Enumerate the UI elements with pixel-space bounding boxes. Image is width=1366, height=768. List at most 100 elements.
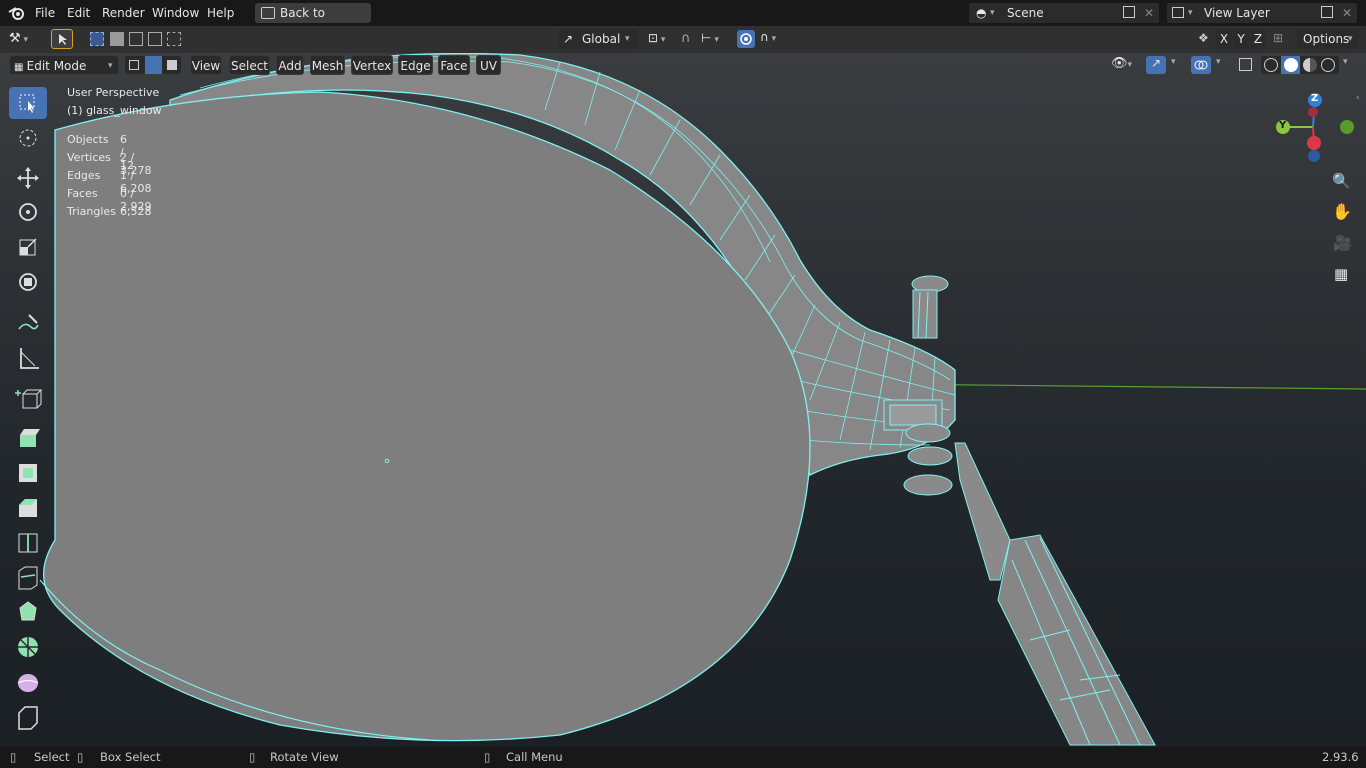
stat-triangles-value: 6,528	[120, 205, 152, 218]
select-mode-invert-icon[interactable]	[148, 32, 162, 46]
chevron-down-icon: ▾	[625, 34, 630, 44]
view-layer-selector[interactable]: ▾ View Layer ✕	[1167, 3, 1357, 23]
select-mode-set-icon[interactable]	[90, 32, 104, 46]
navigation-gizmo[interactable]: Z Y	[1270, 89, 1355, 164]
new-view-layer-icon[interactable]	[1321, 6, 1333, 18]
status-select-label: Select	[34, 750, 70, 764]
mirror-x-toggle[interactable]: X	[1216, 29, 1232, 49]
bevel-icon[interactable]	[9, 492, 47, 524]
mirror-y-toggle[interactable]: Y	[1233, 29, 1249, 49]
mesh-canvas	[39, 53, 1366, 746]
measure-icon[interactable]	[9, 342, 47, 374]
extrude-icon[interactable]	[9, 422, 47, 454]
face-select-icon[interactable]	[167, 60, 177, 70]
select-box-icon[interactable]	[9, 87, 47, 119]
move-icon[interactable]	[9, 162, 47, 194]
visibility-eye-icon[interactable]: 👁▾	[1111, 56, 1132, 71]
shear-icon[interactable]	[9, 701, 47, 733]
menu-uv[interactable]: UV	[476, 55, 501, 75]
topology-mirror-icon[interactable]: ⊞	[1273, 31, 1283, 45]
menu-vertex[interactable]: Vertex	[351, 55, 393, 75]
transform-orientation-dropdown[interactable]: ↗ Global ▾	[558, 29, 638, 49]
chevron-down-icon[interactable]: ▾	[1216, 57, 1221, 67]
wireframe-shading-icon[interactable]	[1264, 58, 1278, 72]
new-scene-icon[interactable]	[1123, 6, 1135, 18]
menu-edit[interactable]: Edit	[67, 0, 90, 26]
options-dropdown[interactable]: Options ▾	[1297, 29, 1359, 49]
gizmo-y-label: Y	[1279, 120, 1287, 131]
scale-icon[interactable]	[9, 231, 47, 263]
status-call-menu-label: Call Menu	[506, 750, 563, 764]
select-mode-subtract-icon[interactable]	[129, 32, 143, 46]
chevron-down-icon[interactable]: ▾	[1171, 57, 1176, 67]
chevron-down-icon: ▾	[108, 61, 113, 71]
rotate-icon[interactable]	[9, 196, 47, 228]
snap-icon[interactable]: ∩	[681, 31, 691, 46]
mirror-icon[interactable]: ❖	[1198, 31, 1209, 45]
close-icon[interactable]: ✕	[1144, 3, 1154, 23]
orientation-label: Global	[582, 32, 621, 46]
mode-dropdown[interactable]: ▦ Edit Mode ▾	[9, 55, 119, 75]
active-object-label: (1) glass_window	[67, 104, 162, 117]
annotate-icon[interactable]	[9, 307, 47, 339]
edge-select-icon[interactable]	[145, 56, 162, 74]
scene-selector[interactable]: ◓ ▾ Scene ✕	[969, 3, 1159, 23]
sidebar-toggle-icon[interactable]: ‹	[1356, 93, 1360, 103]
close-icon[interactable]: ✕	[1342, 3, 1352, 23]
status-bar: ▯ Select ▯ Box Select ▯ Rotate View ▯ Ca…	[0, 747, 1366, 768]
mirror-z-toggle[interactable]: Z	[1250, 29, 1266, 49]
material-shading-icon[interactable]	[1303, 58, 1317, 72]
menu-add[interactable]: Add	[276, 55, 304, 75]
chevron-down-icon[interactable]: ▾	[1343, 57, 1348, 67]
menu-face[interactable]: Face	[438, 55, 470, 75]
back-to-previous-button[interactable]: Back to Previous	[255, 3, 371, 40]
falloff-icon[interactable]: ∩ ▾	[760, 30, 776, 44]
vertex-select-icon[interactable]	[129, 60, 139, 70]
poly-build-icon[interactable]	[9, 596, 47, 628]
tool-settings-icon[interactable]: ⚒ ▾	[9, 31, 28, 46]
shading-group	[1261, 56, 1339, 74]
3d-viewport[interactable]: ▦ Edit Mode ▾ View Select Add Mesh Verte…	[0, 53, 1366, 747]
menu-render[interactable]: Render	[102, 0, 145, 26]
mouse-middle-icon: ▯	[249, 750, 256, 764]
orientation-icon: ↗	[563, 32, 574, 46]
viewport-header: ▦ Edit Mode ▾ View Select Add Mesh Verte…	[0, 53, 1366, 103]
loop-cut-icon[interactable]	[9, 527, 47, 559]
xray-toggle-icon[interactable]	[1239, 58, 1252, 71]
select-mode-extend-icon[interactable]	[110, 32, 124, 46]
solid-shading-icon[interactable]	[1281, 56, 1300, 74]
menu-edge[interactable]: Edge	[398, 55, 433, 75]
inset-icon[interactable]	[9, 457, 47, 489]
knife-icon[interactable]	[9, 561, 47, 593]
camera-view-icon[interactable]: 🎥	[1333, 234, 1352, 252]
perspective-toggle-icon[interactable]: ▦	[1334, 265, 1348, 283]
select-mode-intersect-icon[interactable]	[167, 32, 181, 46]
menu-help[interactable]: Help	[207, 0, 234, 26]
temple-mesh	[997, 534, 1156, 746]
toolbar	[0, 83, 58, 747]
snap-target-icon[interactable]: ⊢ ▾	[701, 31, 719, 45]
smooth-icon[interactable]	[9, 666, 47, 698]
rendered-shading-icon[interactable]	[1321, 58, 1335, 72]
gizmo-z-label: Z	[1311, 93, 1319, 104]
menu-file[interactable]: File	[35, 0, 55, 26]
gizmo-toggle-icon[interactable]: ↗	[1146, 56, 1166, 74]
menu-view[interactable]: View	[190, 55, 222, 75]
pivot-point-icon[interactable]: ⊡ ▾	[648, 31, 665, 45]
add-cube-icon[interactable]	[9, 383, 47, 415]
menu-window[interactable]: Window	[152, 0, 199, 26]
version-label: 2.93.6	[1322, 750, 1359, 764]
overlays-toggle-icon[interactable]	[1191, 56, 1211, 74]
menu-select[interactable]: Select	[229, 55, 270, 75]
proportional-editing-icon[interactable]	[737, 30, 755, 48]
blender-logo-icon[interactable]	[8, 5, 26, 21]
menu-mesh[interactable]: Mesh	[310, 55, 345, 75]
stat-edges-label: Edges	[67, 169, 101, 182]
mouse-right-icon: ▯	[484, 750, 491, 764]
zoom-icon[interactable]: 🔍	[1332, 172, 1351, 190]
cursor-icon[interactable]	[9, 122, 47, 154]
spin-icon[interactable]	[9, 631, 47, 663]
transform-icon[interactable]	[9, 266, 47, 298]
pan-hand-icon[interactable]: ✋	[1332, 202, 1352, 221]
active-tool-icon[interactable]	[51, 29, 73, 49]
